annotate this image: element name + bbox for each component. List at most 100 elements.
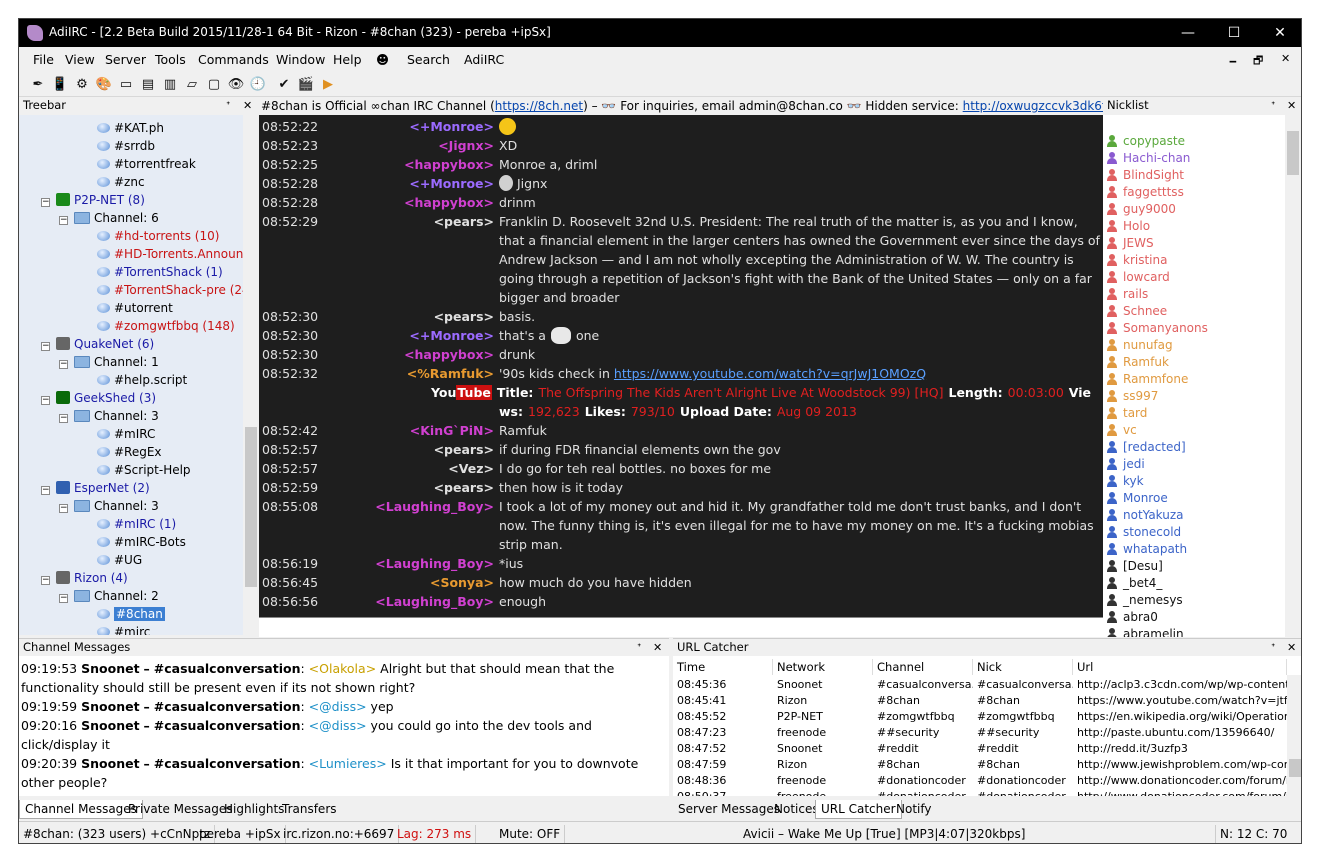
chat-nick[interactable]: <Laughing_Boy> <box>375 554 494 573</box>
column-url[interactable]: Url <box>1073 659 1287 675</box>
chat-nick[interactable]: <KinG`PiN> <box>410 421 494 440</box>
cm-channel[interactable]: #casualconversation <box>154 718 301 733</box>
chat-nick[interactable]: <pears> <box>434 440 494 459</box>
tree-item-channel[interactable]: #mIRC <box>97 425 155 443</box>
column-time[interactable]: Time <box>673 659 773 675</box>
nicklist-item[interactable]: Holo <box>1105 218 1150 235</box>
cm-nick[interactable]: <Olakola> <box>309 661 377 676</box>
chat-nick[interactable]: <pears> <box>434 212 494 231</box>
chat-nick[interactable]: <Jignx> <box>438 136 494 155</box>
tree-item-network[interactable]: − QuakeNet (6) <box>41 335 154 353</box>
tree-item-channel[interactable]: #TorrentShack (1) <box>97 263 223 281</box>
nicklist-item[interactable]: vc <box>1105 422 1137 439</box>
nicklist-item[interactable]: ss997 <box>1105 388 1158 405</box>
tree-item-channel[interactable]: #TorrentShack-pre (24) <box>97 281 254 299</box>
nicklist-item[interactable]: copypaste <box>1105 133 1185 150</box>
url-link[interactable]: http://paste.ubuntu.com/13596640/ <box>1077 725 1287 741</box>
nicklist-item[interactable]: jedi <box>1105 456 1145 473</box>
nicklist-item[interactable]: abramelin <box>1105 626 1184 637</box>
tree-item-channel[interactable]: #Script-Help <box>97 461 191 479</box>
toolbar-phone-icon[interactable]: 📱 <box>51 76 69 93</box>
nicklist-item[interactable]: Ramfuk <box>1105 354 1169 371</box>
nicklist-pin-icon[interactable]: ᐩ <box>1271 97 1275 114</box>
nicklist-item[interactable]: Somanyanons <box>1105 320 1208 337</box>
nicklist-item[interactable]: lowcard <box>1105 269 1170 286</box>
tab-transfers[interactable]: Transfers <box>277 800 342 819</box>
nicklist-item[interactable]: Monroe <box>1105 490 1168 507</box>
tree-item-channel[interactable]: #mIRC-Bots <box>97 533 186 551</box>
chat-window[interactable]: 08:52:22 <+Monroe> 08:52:23 <Jignx> XD 08:52:… <box>259 115 1103 617</box>
tree-item-channel[interactable]: #8chan <box>97 605 165 623</box>
toolbar-notes-icon[interactable]: ▥ <box>161 76 179 93</box>
channel-messages-panel[interactable]: 09:19:53 Snoonet – #casualconversation: … <box>19 656 669 796</box>
chat-nick[interactable]: <+Monroe> <box>409 117 494 136</box>
nicklist-item[interactable]: tard <box>1105 405 1147 422</box>
message-input[interactable] <box>259 617 1103 637</box>
nicklist-item[interactable]: rails <box>1105 286 1148 303</box>
url-link[interactable]: http://www.donationcoder.com/forum/in... <box>1077 789 1287 796</box>
nicklist-item[interactable]: Hachi-chan <box>1105 150 1190 167</box>
url-catcher-table[interactable]: Time Network Channel Nick Url 08:45:36 Sn… <box>673 656 1301 796</box>
nicklist-item[interactable]: kyk <box>1105 473 1144 490</box>
cm-nick[interactable]: <Lumieres> <box>309 756 387 771</box>
tab-notify[interactable]: Notify <box>891 800 936 819</box>
toolbar-check-icon[interactable]: ✔ <box>275 76 293 93</box>
url-link[interactable]: http://aclp3.c3cdn.com/wp/wp-content/... <box>1077 677 1287 693</box>
nicklist-item[interactable]: BlindSight <box>1105 167 1184 184</box>
treebar-scrollbar[interactable] <box>243 115 259 635</box>
tree-item-channel[interactable]: #srrdb <box>97 137 155 155</box>
tree-item-channel[interactable]: #hd-torrents (10) <box>97 227 219 245</box>
tree-item-channel[interactable]: #mirc <box>97 623 150 635</box>
topic-link-8ch[interactable]: https://8ch.net <box>495 99 583 113</box>
expander-icon[interactable]: − <box>59 414 68 423</box>
url-link[interactable]: http://redd.it/3uzfp3 <box>1077 741 1287 757</box>
mdi-close-icon[interactable]: ✕ <box>1281 52 1290 65</box>
expander-icon[interactable]: − <box>59 594 68 603</box>
tree-item-channel[interactable]: #torrentfreak <box>97 155 196 173</box>
nicklist-scroll-thumb[interactable] <box>1287 131 1299 175</box>
mdi-restore-icon[interactable]: 🗗 <box>1253 52 1263 71</box>
nicklist-item[interactable]: Rammfone <box>1105 371 1188 388</box>
toolbar-shape-icon[interactable]: ▱ <box>183 76 201 93</box>
tab-url-catcher[interactable]: URL Catcher <box>815 800 902 819</box>
tree-item-folder[interactable]: − Channel: 3 <box>59 407 159 425</box>
treebar-pin-icon[interactable]: ᐩ <box>226 97 230 114</box>
chat-nick[interactable]: <Laughing_Boy> <box>375 497 494 516</box>
nicklist-item[interactable]: JEWS <box>1105 235 1154 252</box>
toolbar-frame-icon[interactable]: ▢ <box>205 76 223 93</box>
nicklist-item[interactable]: _bet4_ <box>1105 575 1162 592</box>
chat-nick[interactable]: <+Monroe> <box>409 174 494 193</box>
nicklist-item[interactable]: notYakuza <box>1105 507 1184 524</box>
chat-nick[interactable]: <happybox> <box>404 155 494 174</box>
tree-item-network[interactable]: − P2P-NET (8) <box>41 191 145 209</box>
toolbar-clock-icon[interactable]: 🕘 <box>249 76 267 93</box>
topic-link-onion[interactable]: http://oxwugzccvk3dk6tj.onion <box>963 99 1103 113</box>
tree-item-channel[interactable]: #utorrent <box>97 299 173 317</box>
menu-file[interactable]: File <box>33 52 54 67</box>
toolbar-document-icon[interactable]: ▤ <box>139 76 157 93</box>
url-catcher-scroll-thumb[interactable] <box>1289 759 1301 777</box>
tree-item-network[interactable]: − GeekShed (3) <box>41 389 156 407</box>
expander-icon[interactable]: − <box>41 576 50 585</box>
maximize-button[interactable]: ☐ <box>1211 19 1257 47</box>
chat-nick[interactable]: <happybox> <box>404 345 494 364</box>
tree-item-channel[interactable]: #mIRC (1) <box>97 515 176 533</box>
mdi-minimize-icon[interactable]: 🗕 <box>1229 52 1237 71</box>
chat-nick[interactable]: <Laughing_Boy> <box>375 592 494 611</box>
toolbar-gear-icon[interactable]: ⚙ <box>73 76 91 93</box>
chat-nick[interactable]: <Vez> <box>448 459 494 478</box>
tree-item-channel[interactable]: #znc <box>97 173 145 191</box>
nicklist-item[interactable]: abra0 <box>1105 609 1158 626</box>
tree-item-network[interactable]: − EsperNet (2) <box>41 479 150 497</box>
nicklist-close-icon[interactable]: ✕ <box>1287 97 1296 114</box>
toolbar-play-icon[interactable]: ▶ <box>319 76 337 93</box>
url-catcher-pin-icon[interactable]: ᐩ <box>1271 639 1275 656</box>
nicklist-item[interactable]: kristina <box>1105 252 1167 269</box>
menu-commands[interactable]: Commands <box>198 52 269 67</box>
nicklist-item[interactable]: whatapath <box>1105 541 1187 558</box>
tree-item-folder[interactable]: − Channel: 6 <box>59 209 159 227</box>
url-link[interactable]: https://en.wikipedia.org/wiki/Operation_… <box>1077 709 1287 725</box>
nicklist-item[interactable]: Schnee <box>1105 303 1167 320</box>
toolbar-palette-icon[interactable]: 🎨 <box>95 76 113 93</box>
toolbar-pen-icon[interactable]: ✒ <box>29 76 47 93</box>
